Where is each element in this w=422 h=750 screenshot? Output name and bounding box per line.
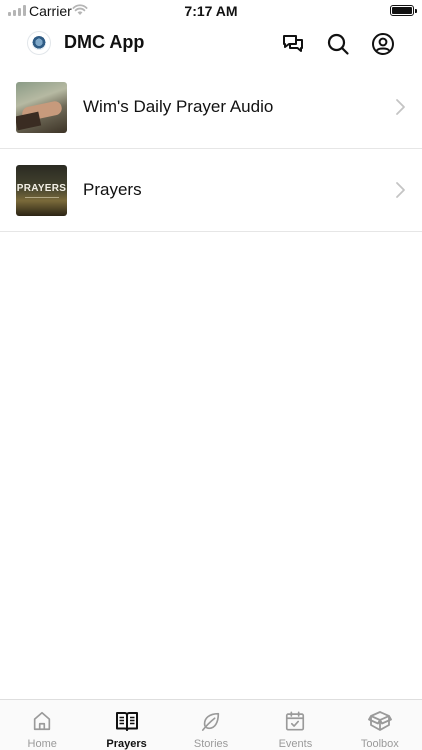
tab-prayers[interactable]: Prayers <box>84 700 168 750</box>
tab-stories[interactable]: Stories <box>169 700 253 750</box>
tab-label: Toolbox <box>360 738 399 750</box>
praying-hands-thumbnail <box>16 82 67 133</box>
battery-icon <box>390 5 417 16</box>
list-item-daily-prayer-audio[interactable]: Wim's Daily Prayer Audio <box>0 66 422 149</box>
app-header: DMC App <box>0 22 422 66</box>
tab-label: Events <box>278 738 313 750</box>
book-icon <box>115 709 139 733</box>
box-icon <box>367 709 392 733</box>
search-icon[interactable] <box>325 31 351 57</box>
list-item-title: Prayers <box>83 180 142 199</box>
calendar-check-icon <box>283 709 307 733</box>
status-time: 7:17 AM <box>184 3 238 19</box>
tab-bar: Home Prayers Stories Events Toolbox <box>0 699 422 750</box>
content-list: Wim's Daily Prayer Audio PRAYERS Prayers <box>0 66 422 232</box>
chevron-right-icon <box>396 182 405 198</box>
list-item-prayers[interactable]: PRAYERS Prayers <box>0 149 422 232</box>
app-title: DMC App <box>64 32 145 52</box>
chat-bubbles-icon[interactable] <box>280 31 306 57</box>
prayers-thumbnail: PRAYERS <box>16 165 67 216</box>
tab-home[interactable]: Home <box>0 700 84 750</box>
leaf-icon <box>199 709 223 733</box>
home-icon <box>30 709 54 733</box>
tab-label: Home <box>27 738 57 750</box>
chevron-right-icon <box>396 99 405 115</box>
tab-toolbox[interactable]: Toolbox <box>338 700 422 750</box>
status-bar: Carrier 7:17 AM <box>0 0 422 22</box>
account-icon[interactable] <box>370 31 396 57</box>
app-logo <box>27 31 51 55</box>
list-item-title: Wim's Daily Prayer Audio <box>83 97 274 116</box>
tab-events[interactable]: Events <box>253 700 337 750</box>
thumbnail-text: PRAYERS <box>16 183 67 194</box>
tab-label: Stories <box>193 738 229 750</box>
tab-label: Prayers <box>106 738 147 750</box>
